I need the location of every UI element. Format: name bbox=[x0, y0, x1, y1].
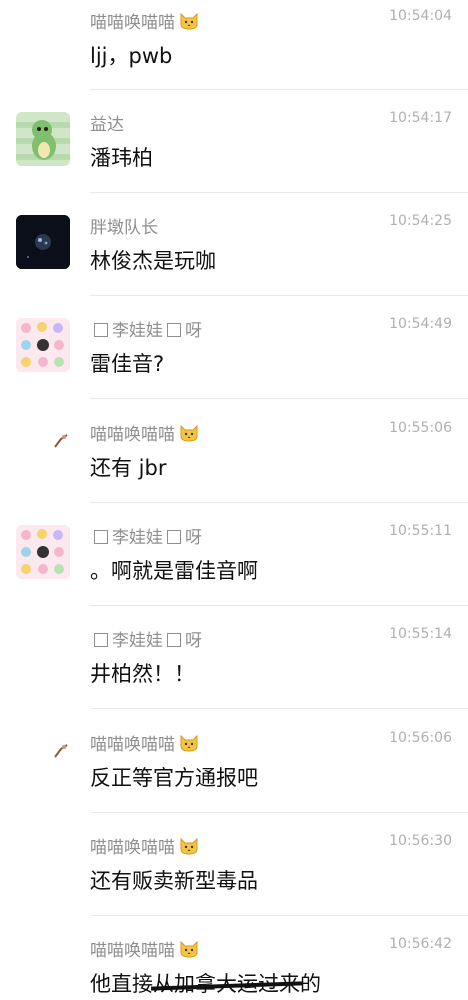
checkbox-icon bbox=[94, 633, 108, 647]
message-text-suffix: 的 bbox=[300, 972, 321, 996]
divider bbox=[90, 915, 468, 916]
avatar[interactable] bbox=[16, 215, 70, 269]
cat-face-icon bbox=[179, 12, 199, 35]
sender-name[interactable]: 胖墩队长 bbox=[90, 213, 158, 238]
message-item[interactable]: 喵喵唤喵喵 10:56:30 还有贩卖新型毒品 bbox=[0, 833, 468, 916]
struck-text: 从加拿大运过来 bbox=[153, 972, 300, 996]
message-time: 10:56:42 bbox=[389, 936, 452, 952]
cat-face-icon bbox=[179, 940, 199, 963]
sender-name[interactable]: 李娃娃呀 bbox=[90, 316, 202, 341]
divider bbox=[90, 192, 468, 193]
avatar[interactable] bbox=[16, 318, 70, 372]
sender-name[interactable]: 李娃娃呀 bbox=[90, 523, 202, 548]
message-text: 雷佳音? bbox=[90, 352, 165, 376]
message-time: 10:55:14 bbox=[389, 626, 452, 642]
avatar[interactable] bbox=[16, 525, 70, 579]
chat-message-list[interactable]: 喵喵唤喵喵 10:54:04 ljj，pwb 益达 10:54:17 潘玮柏 胖… bbox=[0, 0, 468, 1000]
sender-name[interactable]: 喵喵唤喵喵 bbox=[90, 420, 199, 447]
message-item[interactable]: 喵喵唤喵喵 10:54:04 ljj，pwb bbox=[0, 8, 468, 90]
cat-face-icon bbox=[179, 837, 199, 860]
message-item[interactable]: 喵喵唤喵喵 10:55:06 还有 jbr bbox=[0, 420, 468, 503]
divider bbox=[90, 295, 468, 296]
checkbox-icon bbox=[167, 530, 181, 544]
cat-face-icon bbox=[179, 734, 199, 757]
message-text: 潘玮柏 bbox=[90, 146, 153, 170]
message-text: 井柏然！！ bbox=[90, 662, 195, 686]
sender-name[interactable]: 益达 bbox=[90, 110, 124, 135]
message-item[interactable]: 李娃娃呀 10:55:14 井柏然！！ bbox=[0, 626, 468, 709]
avatar[interactable] bbox=[52, 742, 70, 760]
message-time: 10:54:04 bbox=[389, 8, 452, 24]
divider bbox=[90, 502, 468, 503]
cat-face-icon bbox=[179, 424, 199, 447]
sender-name[interactable]: 李娃娃呀 bbox=[90, 626, 202, 651]
divider bbox=[90, 398, 468, 399]
checkbox-icon bbox=[94, 323, 108, 337]
divider bbox=[90, 605, 468, 606]
message-text: ljj，pwb bbox=[90, 44, 173, 68]
message-time: 10:55:11 bbox=[389, 523, 452, 539]
message-text: 。啊就是雷佳音啊 bbox=[90, 559, 258, 583]
message-item[interactable]: 喵喵唤喵喵 10:56:42 他直接从加拿大运过来的 bbox=[0, 936, 468, 1000]
message-time: 10:56:30 bbox=[389, 833, 452, 849]
message-time: 10:54:25 bbox=[389, 213, 452, 229]
divider bbox=[90, 89, 468, 90]
message-text: 还有 jbr bbox=[90, 456, 167, 480]
sender-name[interactable]: 喵喵唤喵喵 bbox=[90, 936, 199, 963]
message-item[interactable]: 胖墩队长 10:54:25 林俊杰是玩咖 bbox=[0, 213, 468, 296]
divider bbox=[90, 708, 468, 709]
message-time: 10:54:17 bbox=[389, 110, 452, 126]
divider bbox=[90, 812, 468, 813]
message-text: 他直接从加拿大运过来的 bbox=[90, 968, 321, 998]
message-item[interactable]: 喵喵唤喵喵 10:56:06 反正等官方通报吧 bbox=[0, 730, 468, 813]
checkbox-icon bbox=[167, 633, 181, 647]
sender-name[interactable]: 喵喵唤喵喵 bbox=[90, 833, 199, 860]
message-item[interactable]: 李娃娃呀 10:54:49 雷佳音? bbox=[0, 316, 468, 399]
message-text-prefix: 他直接 bbox=[90, 972, 153, 996]
sender-name[interactable]: 喵喵唤喵喵 bbox=[90, 8, 199, 35]
checkbox-icon bbox=[94, 530, 108, 544]
avatar[interactable] bbox=[52, 432, 70, 450]
message-item[interactable]: 李娃娃呀 10:55:11 。啊就是雷佳音啊 bbox=[0, 523, 468, 606]
avatar[interactable] bbox=[16, 112, 70, 166]
message-text: 林俊杰是玩咖 bbox=[90, 249, 216, 273]
sender-name[interactable]: 喵喵唤喵喵 bbox=[90, 730, 199, 757]
message-time: 10:55:06 bbox=[389, 420, 452, 436]
message-item[interactable]: 益达 10:54:17 潘玮柏 bbox=[0, 110, 468, 193]
checkbox-icon bbox=[167, 323, 181, 337]
message-time: 10:56:06 bbox=[389, 730, 452, 746]
message-time: 10:54:49 bbox=[389, 316, 452, 332]
message-text: 反正等官方通报吧 bbox=[90, 766, 258, 790]
message-text: 还有贩卖新型毒品 bbox=[90, 869, 258, 893]
